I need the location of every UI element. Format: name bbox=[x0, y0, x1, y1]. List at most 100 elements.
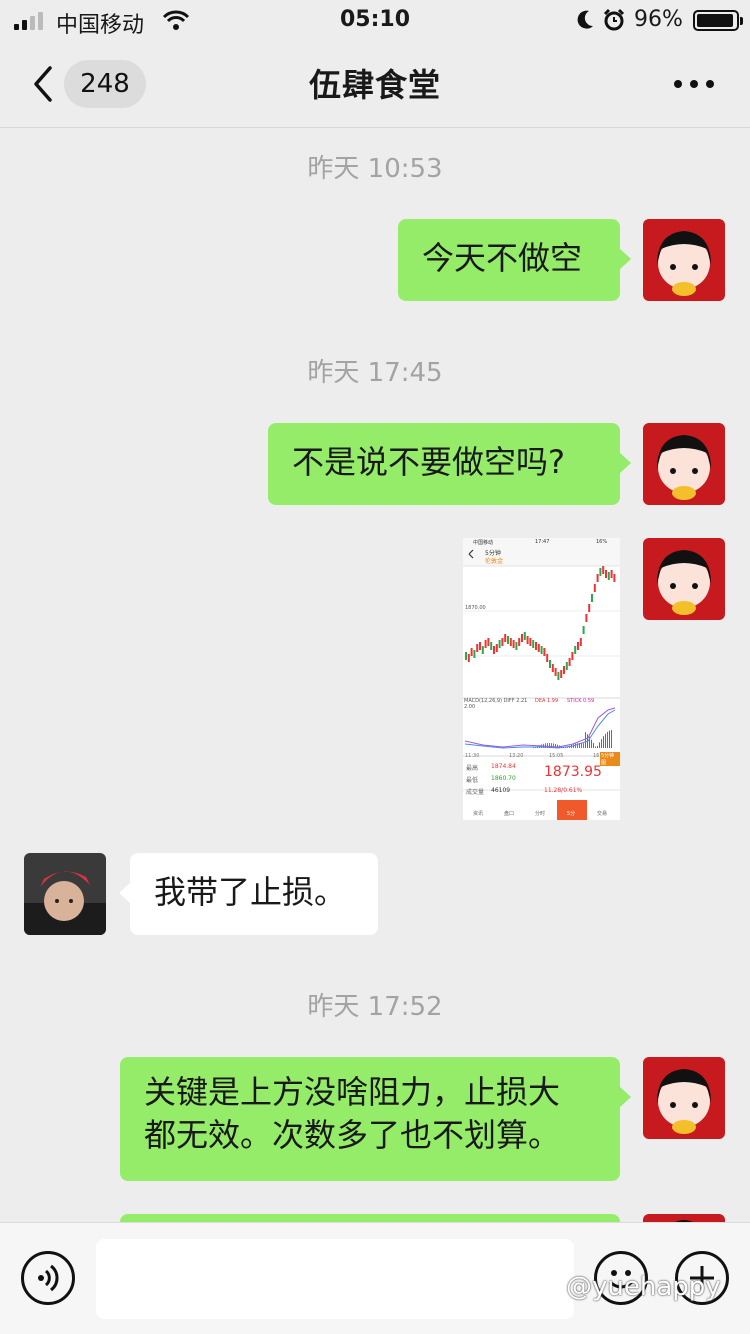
message-text: 不是说不要做空吗? bbox=[292, 443, 565, 481]
thumb-tab4: 5分 bbox=[567, 811, 576, 817]
candle bbox=[585, 614, 588, 622]
thumb-low-val: 1860.70 bbox=[491, 775, 516, 782]
candle bbox=[546, 654, 549, 662]
message-bubble-received[interactable]: 我带了止损。 bbox=[119, 853, 378, 935]
candle bbox=[605, 570, 607, 578]
message-bubble-sent[interactable]: 不是说不要做空吗? bbox=[268, 423, 631, 505]
candle bbox=[515, 642, 518, 650]
moon-icon bbox=[577, 10, 593, 29]
cartoon-girl-avatar-icon bbox=[643, 423, 725, 505]
macd-bar bbox=[593, 742, 594, 748]
thumb-battery: 16% bbox=[596, 539, 608, 545]
thumb-symbol: 伦敦金 bbox=[485, 558, 504, 565]
avatar-self[interactable] bbox=[643, 1057, 725, 1139]
timestamp: 昨天 17:52 bbox=[307, 992, 443, 1022]
thumb-t2: 13:20 bbox=[509, 753, 524, 759]
voice-icon bbox=[38, 1264, 59, 1292]
status-bar: 中国移动 05:10 96% bbox=[0, 0, 750, 40]
candle bbox=[493, 646, 495, 654]
candle bbox=[610, 570, 613, 578]
weibo-watermark: @yuehappy bbox=[566, 1272, 721, 1302]
message-bubble-sent[interactable]: 关键是上方没啥阻力，止损大 都无效。次数多了也不划算。 bbox=[120, 1057, 631, 1181]
voice-input-button[interactable] bbox=[21, 1251, 75, 1305]
cartoon-girl-avatar-icon bbox=[643, 219, 725, 301]
thumb-change: 11.28/0.61% bbox=[544, 787, 583, 794]
avatar-self[interactable] bbox=[643, 423, 725, 505]
candle bbox=[490, 642, 493, 650]
candle bbox=[602, 566, 605, 574]
macd-bar bbox=[603, 736, 604, 748]
candle bbox=[537, 644, 540, 652]
thumb-t1: 11:30 bbox=[465, 753, 480, 759]
thumb-carrier: 中国移动 bbox=[473, 540, 494, 546]
candle bbox=[507, 636, 509, 644]
avatar-other[interactable] bbox=[24, 853, 106, 935]
avatar-self[interactable] bbox=[643, 538, 725, 620]
thumb-vol-label: 成交量 bbox=[466, 789, 485, 796]
candle bbox=[479, 642, 481, 650]
cartoon-girl-avatar-icon bbox=[643, 1057, 725, 1139]
macd-bar bbox=[585, 732, 586, 748]
candle bbox=[521, 634, 523, 642]
candle bbox=[498, 640, 501, 648]
macd-bar bbox=[601, 739, 602, 748]
macd-bar bbox=[609, 730, 610, 748]
thumb-dea: DEA 1.99 bbox=[535, 698, 559, 704]
candle bbox=[560, 670, 563, 678]
thumb-vol-val: 46109 bbox=[491, 787, 511, 794]
thumb-tab1: 资讯 bbox=[473, 811, 484, 817]
candle bbox=[574, 646, 577, 654]
candle bbox=[565, 662, 568, 670]
candle bbox=[467, 654, 470, 662]
candle bbox=[535, 642, 537, 650]
candle bbox=[504, 634, 507, 642]
candle bbox=[470, 648, 473, 656]
macd-bar bbox=[611, 730, 612, 748]
candle bbox=[596, 574, 599, 582]
candle bbox=[512, 640, 515, 648]
candle bbox=[568, 658, 571, 666]
candle bbox=[487, 638, 490, 646]
alarm-icon bbox=[603, 8, 625, 31]
thumb-stick: STICK 0.59 bbox=[567, 698, 595, 704]
candle bbox=[509, 638, 512, 646]
battery-icon bbox=[693, 10, 743, 31]
candle bbox=[582, 626, 585, 634]
candle bbox=[588, 604, 591, 612]
candle bbox=[563, 666, 565, 674]
candle bbox=[591, 594, 593, 602]
thumb-axis-low: 2.00 bbox=[464, 704, 476, 710]
candle bbox=[495, 644, 498, 652]
message-text: 我带了止损。 bbox=[154, 873, 347, 911]
thumb-open-label: 最高 bbox=[466, 765, 479, 772]
thumb-price: 1873.95 bbox=[544, 764, 602, 780]
message-text-line2: 都无效。次数多了也不划算。 bbox=[144, 1116, 561, 1155]
macd-bar bbox=[605, 733, 606, 748]
battery-percent: 96% bbox=[634, 7, 683, 32]
macd-bar bbox=[595, 746, 596, 748]
macd-bar bbox=[575, 743, 576, 748]
macd-bar bbox=[599, 742, 600, 748]
thumb-time: 17:47 bbox=[535, 539, 550, 545]
candle bbox=[501, 638, 504, 646]
chat-title: 伍肆食堂 bbox=[308, 66, 441, 104]
candle bbox=[543, 648, 546, 656]
thumb-tab3: 分时 bbox=[535, 811, 546, 817]
message-text-line1: 关键是上方没啥阻力，止损大 bbox=[144, 1073, 561, 1111]
more-options-button[interactable] bbox=[674, 80, 714, 88]
candle bbox=[518, 638, 521, 646]
image-message-trading-screenshot[interactable]: 中国移动 17:47 16% 5分钟 伦敦金 1870.00 MACD(12,2… bbox=[463, 538, 620, 820]
candle bbox=[579, 638, 582, 646]
thumb-tab5: 交易 bbox=[597, 811, 608, 817]
candle bbox=[484, 640, 487, 648]
candle bbox=[593, 584, 596, 592]
avatar-self[interactable] bbox=[643, 219, 725, 301]
candle bbox=[481, 646, 484, 654]
message-bubble-sent[interactable]: 今天不做空 bbox=[398, 219, 631, 301]
candle bbox=[465, 652, 467, 660]
candle bbox=[473, 650, 476, 658]
candle bbox=[599, 568, 602, 576]
candle bbox=[607, 572, 610, 580]
message-text-input[interactable] bbox=[96, 1239, 574, 1319]
macd-bar bbox=[607, 731, 608, 748]
